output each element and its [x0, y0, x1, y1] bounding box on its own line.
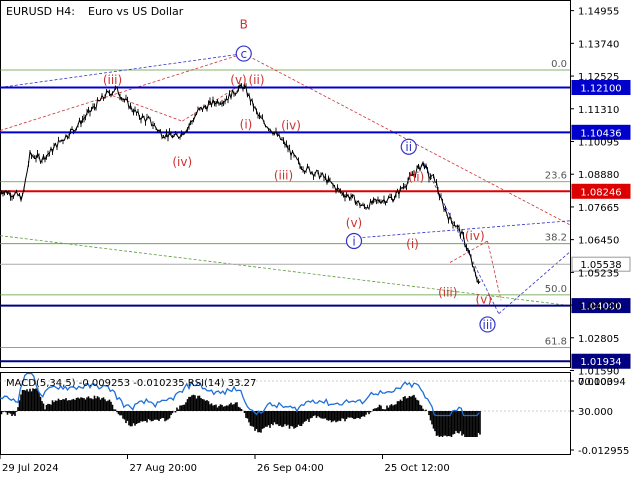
chart-timeframe: H4:	[56, 5, 75, 18]
wave-label: (ii)	[408, 170, 424, 184]
fib-level-label: 50.0	[545, 284, 567, 295]
chart-window: 0.0 23.6 38.2 50.0 61.8 1.12100 1.10436 1.0824…	[0, 0, 640, 480]
wave-label: (iii)	[103, 73, 122, 87]
price-axis-label: 1.07665	[578, 203, 619, 214]
wave-label: (iv)	[465, 229, 485, 243]
wave-label: (iii)	[274, 169, 293, 183]
wave-label: (ii)	[248, 73, 264, 87]
chart-symbol: EURUSD	[6, 5, 52, 18]
fib-level-label: 23.6	[545, 171, 567, 182]
price-axis-label: 1.02805	[578, 334, 619, 345]
time-axis-label: 29 Jul 2024	[2, 463, 59, 474]
wave-label: i	[352, 234, 355, 248]
indicator-label: MACD(5,34,5) -0.009253 -0.010235 RSI(14)…	[6, 378, 256, 389]
wave-label: (i)	[240, 117, 253, 131]
price-axis-label: 1.11310	[578, 105, 619, 116]
wave-label: (v)	[476, 292, 492, 306]
price-level-value: 1.12100	[580, 84, 621, 95]
wave-label: ii	[405, 140, 412, 154]
fib-level-label: 0.0	[551, 59, 567, 70]
chart-description: Euro vs US Dollar	[88, 5, 184, 18]
wave-label: (i)	[406, 237, 419, 251]
fib-level-label: 61.8	[545, 336, 567, 347]
wave-label: (iv)	[281, 119, 301, 133]
indicator-axis: 0.01039470.00030.000-0.012955	[570, 377, 629, 457]
price-level-value: 1.08246	[580, 187, 621, 198]
wave-label: B	[240, 18, 248, 32]
time-axis-label: 26 Sep 04:00	[257, 463, 324, 474]
wave-label: (v)	[346, 216, 362, 230]
time-axis: 29 Jul 2024 27 Aug 20:00 26 Sep 04:00 25 Oc…	[0, 455, 450, 474]
indicator-axis-label: 30.000	[578, 407, 613, 418]
wave-label: (iv)	[172, 155, 192, 169]
price-axis-label: 1.05235	[578, 268, 619, 279]
indicator-axis-label: -0.012955	[578, 446, 629, 457]
price-axis-label: 1.04020	[578, 301, 619, 312]
price-axis-label: 1.14955	[578, 7, 619, 18]
wave-label: (iii)	[438, 286, 457, 300]
indicator-axis-label: 70.000	[578, 377, 613, 388]
price-axis-label: 1.01590	[578, 367, 619, 378]
price-axis-label: 1.10095	[578, 137, 619, 148]
time-axis-label: 25 Oct 12:00	[385, 463, 450, 474]
wave-label: (v)	[230, 73, 246, 87]
wave-label: iii	[482, 318, 492, 332]
time-axis-label: 27 Aug 20:00	[130, 463, 197, 474]
fib-level-label: 38.2	[545, 233, 567, 244]
price-pane-frame	[0, 0, 571, 368]
price-axis-label: 1.13740	[578, 39, 619, 50]
price-axis-label: 1.08880	[578, 170, 619, 181]
eurusd-chart[interactable]: 0.023.638.250.061.8 1.121001.104361.0824…	[0, 0, 640, 480]
wave-label: c	[240, 47, 247, 61]
price-axis-label: 1.06450	[578, 236, 619, 247]
price-axis-label: 1.12525	[578, 72, 619, 83]
